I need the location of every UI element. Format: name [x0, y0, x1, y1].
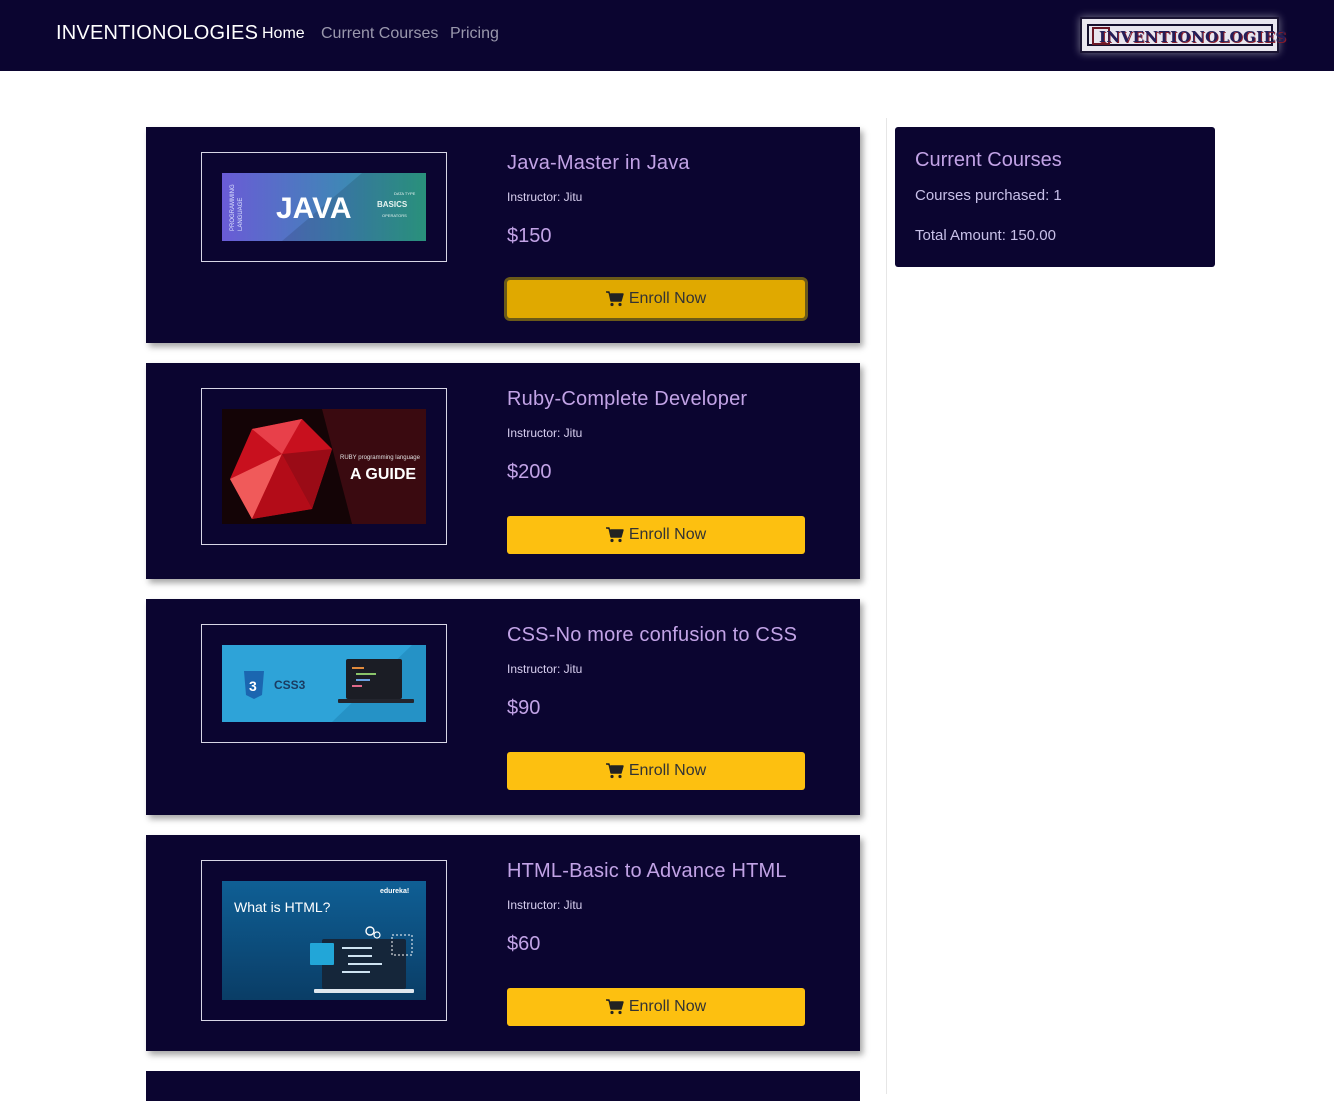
enroll-now-label: Enroll Now: [628, 998, 707, 1015]
shopping-cart-icon: [605, 999, 624, 1015]
course-thumbnail-frame: RUBY programming language A GUIDE: [201, 388, 447, 545]
course-title: HTML-Basic to Advance HTML: [507, 860, 787, 882]
svg-text:PROGRAMMING: PROGRAMMING: [230, 184, 236, 231]
course-price: $60: [507, 933, 541, 955]
course-thumbnail-frame: What is HTML? edureka!: [201, 860, 447, 1021]
course-instructor: Instructor: Jitu: [507, 190, 583, 204]
course-thumbnail-frame: 3 CSS3: [201, 624, 447, 743]
current-courses-summary: Current Courses Courses purchased: 1 Tot…: [895, 127, 1215, 267]
ruby-thumbnail: RUBY programming language A GUIDE: [222, 409, 426, 524]
course-title: Java-Master in Java: [507, 152, 690, 174]
nav-link-pricing[interactable]: Pricing: [450, 25, 499, 43]
java-thumbnail: PROGRAMMING LANGUAGE JAVA BASICS OPERATO…: [222, 173, 426, 241]
enroll-now-button[interactable]: Enroll Now: [507, 280, 805, 318]
course-card-ruby: RUBY programming language A GUIDE Ruby-C…: [146, 363, 860, 579]
svg-text:DATA TYPE: DATA TYPE: [394, 191, 416, 196]
enroll-now-button[interactable]: Enroll Now: [507, 516, 805, 554]
enroll-now-label: Enroll Now: [628, 526, 707, 543]
course-price: $90: [507, 697, 541, 719]
course-price: $150: [507, 225, 552, 247]
svg-text:BASICS: BASICS: [377, 200, 408, 209]
column-divider: [886, 118, 887, 1094]
css-thumbnail: 3 CSS3: [222, 645, 426, 722]
enroll-now-button[interactable]: Enroll Now: [507, 988, 805, 1026]
course-title: Ruby-Complete Developer: [507, 388, 748, 410]
summary-title: Current Courses: [915, 149, 1062, 171]
enroll-now-label: Enroll Now: [628, 762, 707, 779]
course-thumbnail-frame: PROGRAMMING LANGUAGE JAVA BASICS OPERATO…: [201, 152, 447, 262]
course-card-java: PROGRAMMING LANGUAGE JAVA BASICS OPERATO…: [146, 127, 860, 343]
course-card-partial: [146, 1071, 860, 1101]
brand-logo-text: INVENTIONOLOGIES: [1099, 28, 1287, 46]
enroll-now-button[interactable]: Enroll Now: [507, 752, 805, 790]
svg-text:RUBY programming language: RUBY programming language: [340, 455, 421, 461]
shopping-cart-icon: [605, 763, 624, 779]
svg-text:OPERATORS: OPERATORS: [382, 213, 407, 218]
html-thumbnail-text: What is HTML?: [234, 899, 331, 915]
navbar: INVENTIONOLOGIES Home Current Courses Pr…: [0, 0, 1334, 71]
ruby-thumbnail-text: A GUIDE: [350, 466, 416, 483]
course-title: CSS-No more confusion to CSS: [507, 624, 798, 646]
course-instructor: Instructor: Jitu: [507, 662, 583, 676]
course-instructor: Instructor: Jitu: [507, 426, 583, 440]
course-instructor: Instructor: Jitu: [507, 898, 583, 912]
shopping-cart-icon: [605, 527, 624, 543]
css-thumbnail-text: CSS3: [274, 678, 306, 692]
enroll-now-label: Enroll Now: [628, 290, 707, 307]
shopping-cart-icon: [605, 291, 624, 307]
courses-purchased-count: Courses purchased: 1: [915, 187, 1062, 204]
course-card-css: 3 CSS3 CSS-No more confusion to CSS Inst…: [146, 599, 860, 815]
svg-text:LANGUAGE: LANGUAGE: [238, 198, 244, 231]
html-thumbnail: What is HTML? edureka!: [222, 881, 426, 1000]
svg-text:3: 3: [249, 678, 257, 694]
total-amount: Total Amount: 150.00: [915, 227, 1056, 244]
svg-text:edureka!: edureka!: [380, 888, 409, 895]
nav-link-current-courses[interactable]: Current Courses: [321, 25, 438, 43]
course-card-html: What is HTML? edureka! HTML-Basic to Adv…: [146, 835, 860, 1051]
nav-link-home[interactable]: Home: [262, 25, 305, 43]
brand-logo: INVENTIONOLOGIES: [1080, 17, 1286, 53]
java-thumbnail-text: JAVA: [276, 192, 352, 225]
brand-name[interactable]: INVENTIONOLOGIES: [56, 22, 258, 45]
course-price: $200: [507, 461, 552, 483]
